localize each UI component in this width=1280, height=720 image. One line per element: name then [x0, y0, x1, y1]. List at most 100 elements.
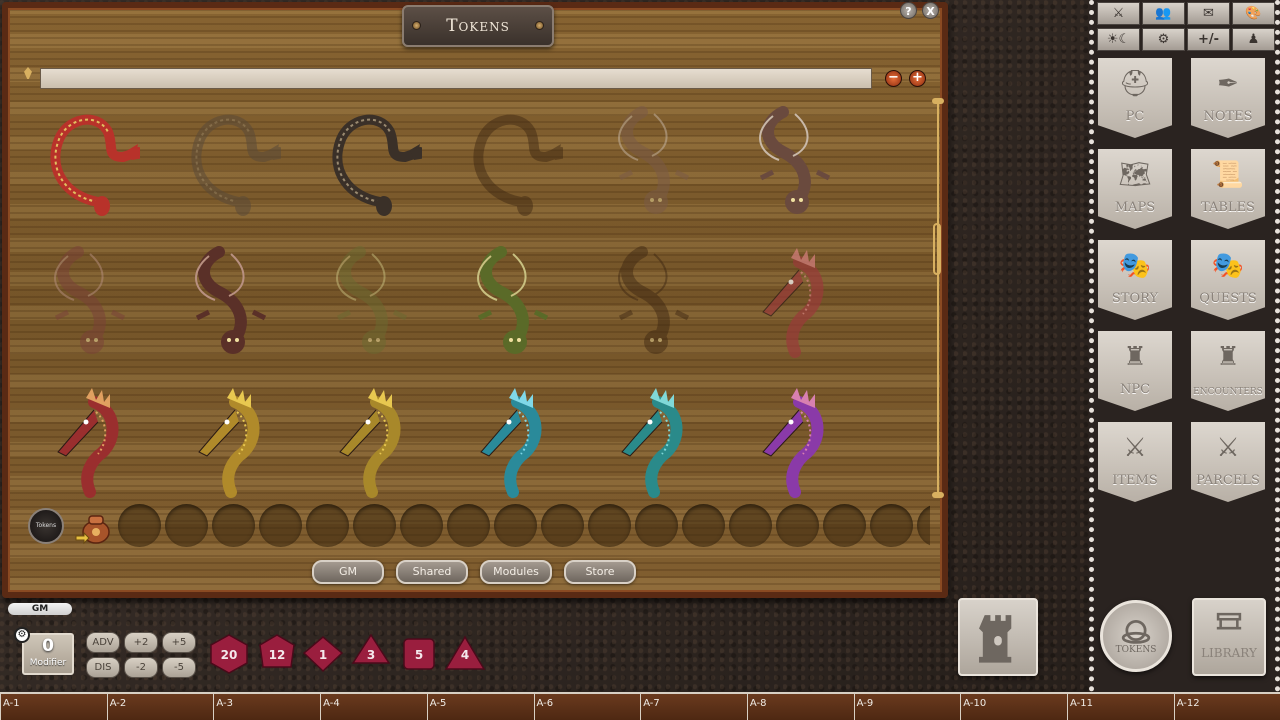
message-icon[interactable]: ✉ — [1187, 2, 1230, 25]
d10-die[interactable]: 1 — [302, 633, 344, 675]
token-slot[interactable] — [588, 504, 631, 547]
token-slot[interactable] — [118, 504, 161, 547]
token-slot[interactable] — [447, 504, 490, 547]
token-serpent[interactable] — [451, 102, 567, 220]
token-slot[interactable] — [400, 504, 443, 547]
pawn-icon[interactable]: ♟ — [1232, 28, 1275, 51]
token-wyrm[interactable] — [310, 242, 422, 360]
sidebar-item-label: STORY — [1111, 291, 1159, 306]
token-seahorse[interactable] — [733, 382, 845, 500]
ruler-label: A-10 — [960, 694, 986, 720]
lighting-icon[interactable]: ☀☾ — [1097, 28, 1140, 51]
token-slot[interactable] — [870, 504, 913, 547]
d6-die[interactable]: 5 — [398, 633, 440, 675]
scrollbar-track[interactable] — [937, 104, 939, 496]
token-stack-icon — [1125, 619, 1147, 642]
sidebar-item-parcels[interactable]: ⚔ PARCELS — [1191, 422, 1265, 502]
palette-icon[interactable]: 🎨 — [1232, 2, 1275, 25]
token-seahorse[interactable] — [451, 382, 563, 500]
ruler-label: A-9 — [853, 694, 873, 720]
modifier-button-minus2[interactable]: -2 — [124, 657, 158, 678]
combat-tracker-tile[interactable] — [958, 598, 1038, 676]
token-serpent[interactable] — [28, 102, 144, 220]
token-slot-row — [118, 504, 930, 548]
help-button[interactable]: ? — [900, 2, 917, 19]
token-slot[interactable] — [165, 504, 208, 547]
token-slot[interactable] — [635, 504, 678, 547]
token-slot[interactable] — [494, 504, 537, 547]
token-seahorse[interactable] — [169, 382, 281, 500]
armor-sword-icon: ⚔ — [1123, 433, 1147, 463]
ruler-label: A-11 — [1067, 694, 1093, 720]
sidebar-item-tables[interactable]: 📜 TABLES — [1191, 149, 1265, 229]
token-slot[interactable] — [353, 504, 396, 547]
sidebar-item-encounters[interactable]: ♜ ENCOUNTERS — [1191, 331, 1265, 411]
tab-gm[interactable]: GM — [312, 560, 384, 584]
token-slot[interactable] — [259, 504, 302, 547]
token-slot[interactable] — [212, 504, 255, 547]
helmet-icon: ⛑ — [1118, 69, 1152, 99]
sidebar-item-notes[interactable]: ✒ NOTES — [1191, 58, 1265, 138]
token-wyrm[interactable] — [592, 242, 704, 360]
sidebar-item-pc[interactable]: ⛑ PC — [1098, 58, 1172, 138]
modifiers-button[interactable]: +/- — [1187, 28, 1230, 51]
token-slot[interactable] — [823, 504, 866, 547]
token-seahorse[interactable] — [310, 382, 422, 500]
sidebar-item-maps[interactable]: 🗺 MAPS — [1098, 149, 1172, 229]
token-seahorse[interactable] — [733, 242, 845, 360]
modifier-value: 0 — [42, 636, 54, 656]
scrollbar-thumb[interactable] — [933, 223, 941, 275]
sidebar-item-quests[interactable]: 🎭 QUESTS — [1191, 240, 1265, 320]
token-serpent[interactable] — [169, 102, 285, 220]
chat-tab-gm[interactable]: GM — [8, 603, 72, 615]
token-seahorse[interactable] — [28, 382, 140, 500]
token-bag-icon[interactable] — [74, 506, 114, 546]
token-slot[interactable] — [682, 504, 725, 547]
tab-shared[interactable]: Shared — [396, 560, 468, 584]
modifier-button-plus5[interactable]: +5 — [162, 632, 196, 653]
library-icon — [1216, 612, 1242, 630]
modifier-button-dis[interactable]: DIS — [86, 657, 120, 678]
d20-die[interactable]: 20 — [208, 633, 250, 675]
token-wyrm[interactable] — [451, 242, 563, 360]
d12-die[interactable]: 12 — [256, 633, 298, 675]
tab-store[interactable]: Store — [564, 560, 636, 584]
tab-modules[interactable]: Modules — [480, 560, 552, 584]
sidebar-item-npc[interactable]: ♜ NPC — [1098, 331, 1172, 411]
token-wyrm[interactable] — [733, 102, 845, 220]
token-slot[interactable] — [306, 504, 349, 547]
token-slot[interactable] — [776, 504, 819, 547]
modifier-button-adv[interactable]: ADV — [86, 632, 120, 653]
token-slot[interactable] — [917, 504, 930, 547]
quill-icon: ✒ — [1217, 69, 1239, 99]
sidebar-item-items[interactable]: ⚔ ITEMS — [1098, 422, 1172, 502]
zoom-out-button[interactable]: − — [885, 70, 902, 87]
d4-die[interactable]: 4 — [444, 633, 486, 675]
ruler-label: A-5 — [426, 694, 446, 720]
tokens-button[interactable]: TOKENS — [1100, 600, 1172, 672]
combat-icon[interactable]: ⚔ — [1097, 2, 1140, 25]
gear-icon[interactable]: ⚙ — [14, 627, 30, 643]
token-serpent[interactable] — [310, 102, 426, 220]
modifier-button-plus2[interactable]: +2 — [124, 632, 158, 653]
token-slot[interactable] — [729, 504, 772, 547]
party-icon[interactable]: 👥 — [1142, 2, 1185, 25]
modifier-button-minus5[interactable]: -5 — [162, 657, 196, 678]
token-slot[interactable] — [541, 504, 584, 547]
library-button[interactable]: LIBRARY — [1192, 598, 1266, 676]
token-wyrm[interactable] — [592, 102, 704, 220]
modifier-box[interactable]: 0 Modifier — [22, 633, 74, 675]
options-gear-icon[interactable]: ⚙ — [1142, 28, 1185, 51]
ruler-label: A-7 — [640, 694, 660, 720]
pin-icon — [24, 67, 32, 79]
close-button[interactable]: X — [922, 2, 939, 19]
d8-die[interactable]: 3 — [350, 633, 392, 675]
filter-input[interactable] — [40, 68, 872, 89]
zoom-in-button[interactable]: + — [909, 70, 926, 87]
token-wyrm[interactable] — [169, 242, 281, 360]
tokens-folder-icon[interactable]: Tokens — [28, 508, 64, 544]
sidebar-item-story[interactable]: 🎭 STORY — [1098, 240, 1172, 320]
die-face: 4 — [461, 648, 469, 662]
token-wyrm[interactable] — [28, 242, 140, 360]
token-seahorse[interactable] — [592, 382, 704, 500]
